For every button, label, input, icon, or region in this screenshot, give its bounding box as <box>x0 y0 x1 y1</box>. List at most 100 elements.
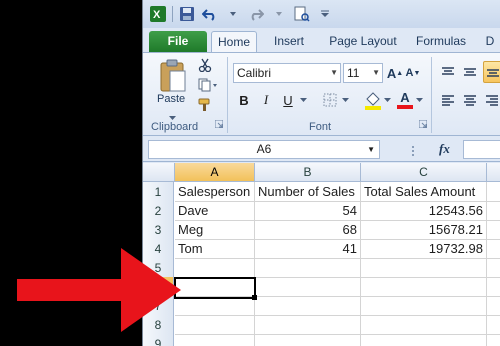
ribbon-divider <box>431 57 432 133</box>
cell-d5[interactable] <box>487 258 500 278</box>
cell-d6[interactable] <box>487 277 500 297</box>
select-all-corner[interactable] <box>143 163 175 182</box>
align-bottom-icon[interactable] <box>483 61 500 83</box>
cut-icon[interactable] <box>197 57 213 73</box>
fill-color-icon[interactable] <box>363 89 383 111</box>
row-header[interactable]: 2 <box>143 201 174 221</box>
cell-c8[interactable] <box>361 315 487 335</box>
cell-a1[interactable]: Salesperson <box>175 182 255 202</box>
align-center-icon[interactable] <box>461 91 479 109</box>
formula-bar-grip-icon[interactable] <box>411 145 415 159</box>
cell-b2[interactable]: 54 <box>255 201 361 221</box>
formula-bar: A6 ▼ fx <box>143 137 500 162</box>
ribbon-tabs: File Home Insert Page Layout Formulas D <box>143 28 500 52</box>
tab-home[interactable]: Home <box>211 31 257 52</box>
cell-b7[interactable] <box>255 296 361 316</box>
row-header[interactable]: 3 <box>143 220 174 240</box>
cell-c6[interactable] <box>361 277 487 297</box>
excel-logo-icon[interactable]: X <box>149 5 167 23</box>
align-left-icon[interactable] <box>439 91 457 109</box>
italic-button[interactable]: I <box>257 91 275 109</box>
column-header-b[interactable]: B <box>255 163 361 182</box>
excel-window: X File Home Insert Page Layout Formulas <box>142 0 500 346</box>
borders-icon[interactable] <box>321 91 339 109</box>
cell-d8[interactable] <box>487 315 500 335</box>
cell-c7[interactable] <box>361 296 487 316</box>
tab-file[interactable]: File <box>149 31 207 52</box>
redo-dropdown-icon[interactable] <box>270 5 288 23</box>
font-name-box[interactable]: Calibri ▼ <box>233 63 341 83</box>
font-size-box[interactable]: 11 ▼ <box>343 63 383 83</box>
align-right-icon[interactable] <box>483 91 500 109</box>
cell-a2[interactable]: Dave <box>175 201 255 221</box>
cell-d9[interactable] <box>487 334 500 346</box>
cell-c5[interactable] <box>361 258 487 278</box>
tab-page-layout[interactable]: Page Layout <box>325 31 401 52</box>
cell-c3[interactable]: 15678.21 <box>361 220 487 240</box>
insert-function-icon[interactable]: fx <box>439 141 450 157</box>
cell-c4[interactable]: 19732.98 <box>361 239 487 259</box>
undo-dropdown-icon[interactable] <box>224 5 242 23</box>
font-size-dropdown-icon[interactable]: ▼ <box>372 64 380 82</box>
align-top-icon[interactable] <box>439 63 457 81</box>
fill-handle[interactable] <box>252 295 257 300</box>
column-header-c[interactable]: C <box>361 163 487 182</box>
cell-b3[interactable]: 68 <box>255 220 361 240</box>
cell-c2[interactable]: 12543.56 <box>361 201 487 221</box>
font-size-value: 11 <box>347 66 360 80</box>
cell-c1[interactable]: Total Sales Amount <box>361 182 487 202</box>
copy-icon[interactable] <box>197 77 219 93</box>
cell-d1[interactable] <box>487 182 500 202</box>
tab-insert[interactable]: Insert <box>267 31 311 52</box>
font-color-icon[interactable]: A <box>395 89 415 111</box>
cell-d3[interactable] <box>487 220 500 240</box>
grow-font-icon[interactable]: A ▲ <box>387 64 403 82</box>
cell-c9[interactable] <box>361 334 487 346</box>
cell-d7[interactable] <box>487 296 500 316</box>
fill-color-dropdown-icon[interactable] <box>383 95 391 105</box>
column-header-a[interactable]: A <box>175 163 255 182</box>
format-painter-icon[interactable] <box>197 97 213 113</box>
row-header[interactable]: 1 <box>143 182 174 202</box>
cell-b1[interactable]: Number of Sales <box>255 182 361 202</box>
worksheet-grid[interactable]: A B C 1 Salesperson Number of Sales Total S… <box>143 163 500 346</box>
cell-b5[interactable] <box>255 258 361 278</box>
name-box-dropdown-icon[interactable]: ▼ <box>367 141 375 158</box>
customize-qat-icon[interactable] <box>316 5 334 23</box>
underline-dropdown-icon[interactable] <box>299 95 307 105</box>
clipboard-group-label: Clipboard <box>151 121 199 133</box>
font-color-dropdown-icon[interactable] <box>415 95 423 105</box>
quick-access-toolbar: X <box>143 0 500 28</box>
clipboard-launcher-icon[interactable] <box>214 117 224 131</box>
shrink-font-icon[interactable]: A ▼ <box>405 64 421 82</box>
cell-d4[interactable] <box>487 239 500 259</box>
tab-data[interactable]: D <box>481 31 499 52</box>
underline-button[interactable]: U <box>279 91 297 109</box>
name-box-value: A6 <box>256 142 272 156</box>
tab-formulas[interactable]: Formulas <box>411 31 471 52</box>
font-name-dropdown-icon[interactable]: ▼ <box>330 64 338 82</box>
borders-dropdown-icon[interactable] <box>341 95 349 105</box>
paste-icon[interactable] <box>153 57 193 95</box>
print-preview-icon[interactable] <box>293 5 311 23</box>
align-middle-icon[interactable] <box>461 63 479 81</box>
cell-b9[interactable] <box>255 334 361 346</box>
cell-d2[interactable] <box>487 201 500 221</box>
ribbon-divider <box>227 57 228 133</box>
cell-b8[interactable] <box>255 315 361 335</box>
font-launcher-icon[interactable] <box>418 117 428 131</box>
cell-b6[interactable] <box>255 277 361 297</box>
name-box[interactable]: A6 ▼ <box>148 140 380 159</box>
formula-input[interactable] <box>463 140 500 159</box>
save-icon[interactable] <box>178 5 196 23</box>
qat-divider <box>172 6 173 22</box>
paste-label[interactable]: Paste <box>157 93 185 105</box>
redo-icon[interactable] <box>247 5 265 23</box>
column-header-d[interactable] <box>487 163 500 182</box>
font-name-value: Calibri <box>237 66 272 80</box>
undo-icon[interactable] <box>201 5 219 23</box>
bold-button[interactable]: B <box>235 91 253 109</box>
cell-b4[interactable]: 41 <box>255 239 361 259</box>
cell-a3[interactable]: Meg <box>175 220 255 240</box>
ribbon-home: Paste Clipboard Calibri ▼ 11 ▼ A▲ A▼ B <box>143 52 500 136</box>
